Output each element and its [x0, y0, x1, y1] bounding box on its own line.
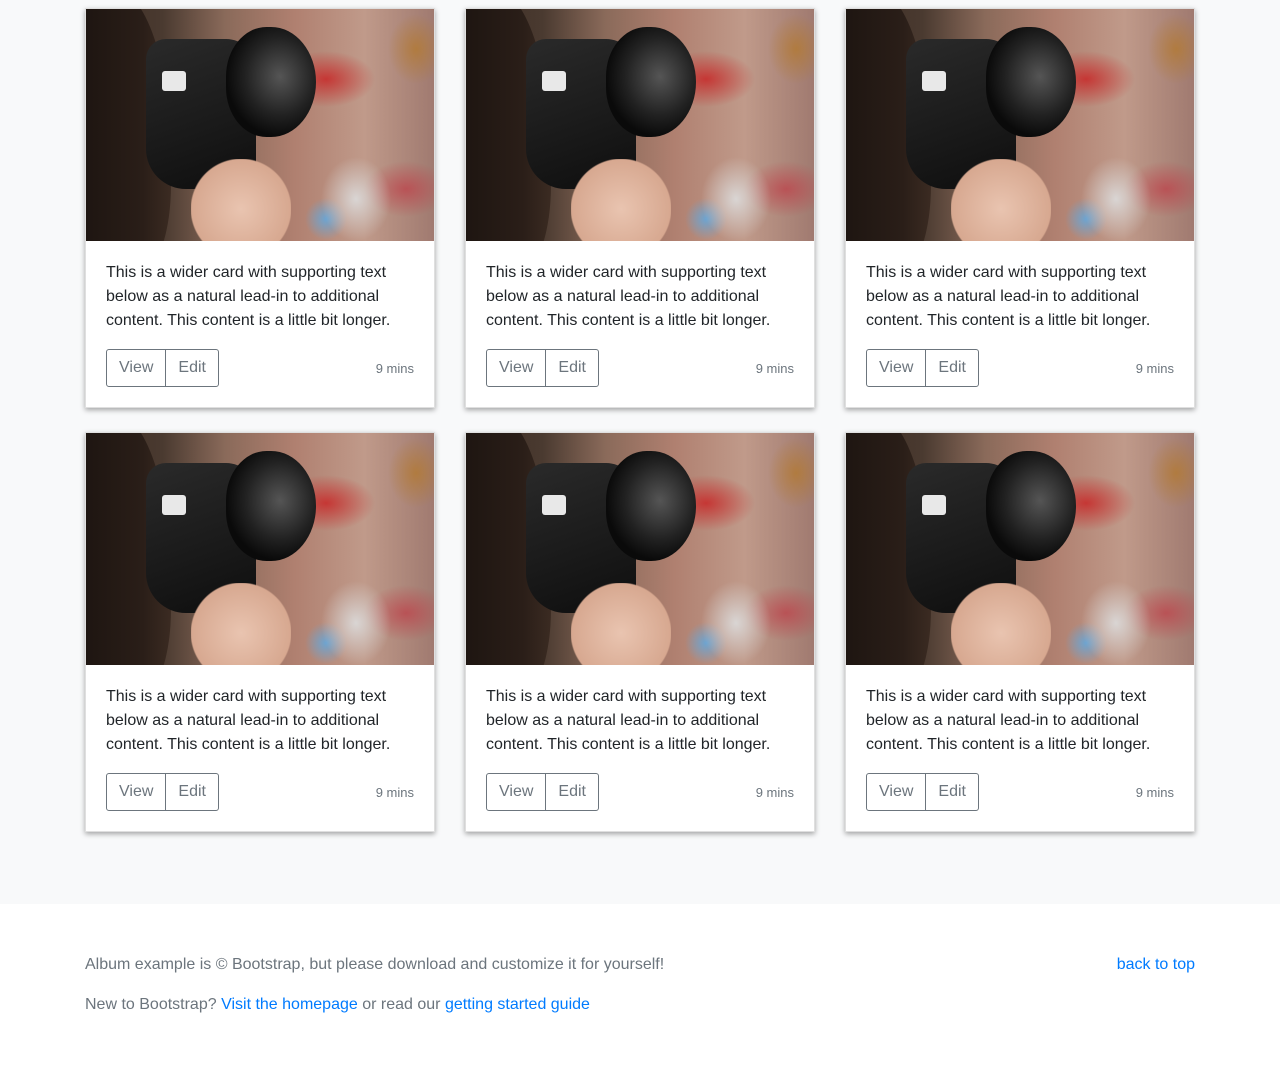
card-text: This is a wider card with supporting tex…	[866, 688, 1151, 753]
card-body: This is a wider card with supporting tex…	[466, 665, 814, 831]
getting-started-guide-link[interactable]: getting started guide	[445, 996, 590, 1013]
duration-label: 9 mins	[1135, 360, 1174, 376]
card-image-photographer	[466, 433, 814, 665]
card-actions: View Edit 9 mins	[866, 773, 1174, 811]
edit-button[interactable]: Edit	[165, 773, 219, 811]
getting-started-line: New to Bootstrap? Visit the homepage or …	[85, 996, 590, 1014]
card-text: This is a wider card with supporting tex…	[106, 264, 391, 329]
card-body: This is a wider card with supporting tex…	[466, 241, 814, 407]
read-our-text: or read our	[362, 996, 441, 1013]
card-text: This is a wider card with supporting tex…	[106, 688, 391, 753]
card: This is a wider card with supporting tex…	[85, 8, 435, 408]
card-body: This is a wider card with supporting tex…	[846, 241, 1194, 407]
card-actions: View Edit 9 mins	[866, 349, 1174, 387]
view-button[interactable]: View	[866, 349, 927, 387]
card: This is a wider card with supporting tex…	[85, 432, 435, 832]
card: This is a wider card with supporting tex…	[465, 432, 815, 832]
card-image-photographer	[846, 433, 1194, 665]
duration-label: 9 mins	[755, 360, 794, 376]
homepage-link[interactable]: Visit the homepage	[221, 996, 358, 1013]
card-image-photographer	[86, 9, 434, 241]
edit-button[interactable]: Edit	[165, 349, 219, 387]
card-text: This is a wider card with supporting tex…	[486, 688, 771, 753]
card-grid: This is a wider card with supporting tex…	[85, 8, 1195, 832]
card-body: This is a wider card with supporting tex…	[846, 665, 1194, 831]
button-group: View Edit	[106, 773, 219, 811]
edit-button[interactable]: Edit	[545, 773, 599, 811]
card: This is a wider card with supporting tex…	[465, 8, 815, 408]
album-section: This is a wider card with supporting tex…	[0, 0, 1280, 904]
card: This is a wider card with supporting tex…	[845, 8, 1195, 408]
page-footer: Album example is © Bootstrap, but please…	[0, 904, 1280, 1080]
card-actions: View Edit 9 mins	[486, 349, 794, 387]
duration-label: 9 mins	[375, 360, 414, 376]
new-to-bootstrap-text: New to Bootstrap?	[85, 996, 217, 1013]
button-group: View Edit	[866, 349, 979, 387]
card: This is a wider card with supporting tex…	[845, 432, 1195, 832]
back-to-top-link[interactable]: back to top	[1117, 956, 1195, 974]
edit-button[interactable]: Edit	[545, 349, 599, 387]
card-actions: View Edit 9 mins	[106, 773, 414, 811]
copyright-text: Album example is © Bootstrap, but please…	[85, 956, 665, 973]
view-button[interactable]: View	[106, 773, 167, 811]
duration-label: 9 mins	[375, 784, 414, 800]
card-actions: View Edit 9 mins	[486, 773, 794, 811]
button-group: View Edit	[106, 349, 219, 387]
view-button[interactable]: View	[486, 773, 547, 811]
card-body: This is a wider card with supporting tex…	[86, 665, 434, 831]
view-button[interactable]: View	[106, 349, 167, 387]
button-group: View Edit	[486, 773, 599, 811]
button-group: View Edit	[866, 773, 979, 811]
card-image-photographer	[86, 433, 434, 665]
view-button[interactable]: View	[486, 349, 547, 387]
edit-button[interactable]: Edit	[925, 349, 979, 387]
card-text: This is a wider card with supporting tex…	[486, 264, 771, 329]
card-image-photographer	[846, 9, 1194, 241]
button-group: View Edit	[486, 349, 599, 387]
card-image-photographer	[466, 9, 814, 241]
edit-button[interactable]: Edit	[925, 773, 979, 811]
duration-label: 9 mins	[1135, 784, 1174, 800]
card-body: This is a wider card with supporting tex…	[86, 241, 434, 407]
card-actions: View Edit 9 mins	[106, 349, 414, 387]
view-button[interactable]: View	[866, 773, 927, 811]
duration-label: 9 mins	[755, 784, 794, 800]
card-text: This is a wider card with supporting tex…	[866, 264, 1151, 329]
